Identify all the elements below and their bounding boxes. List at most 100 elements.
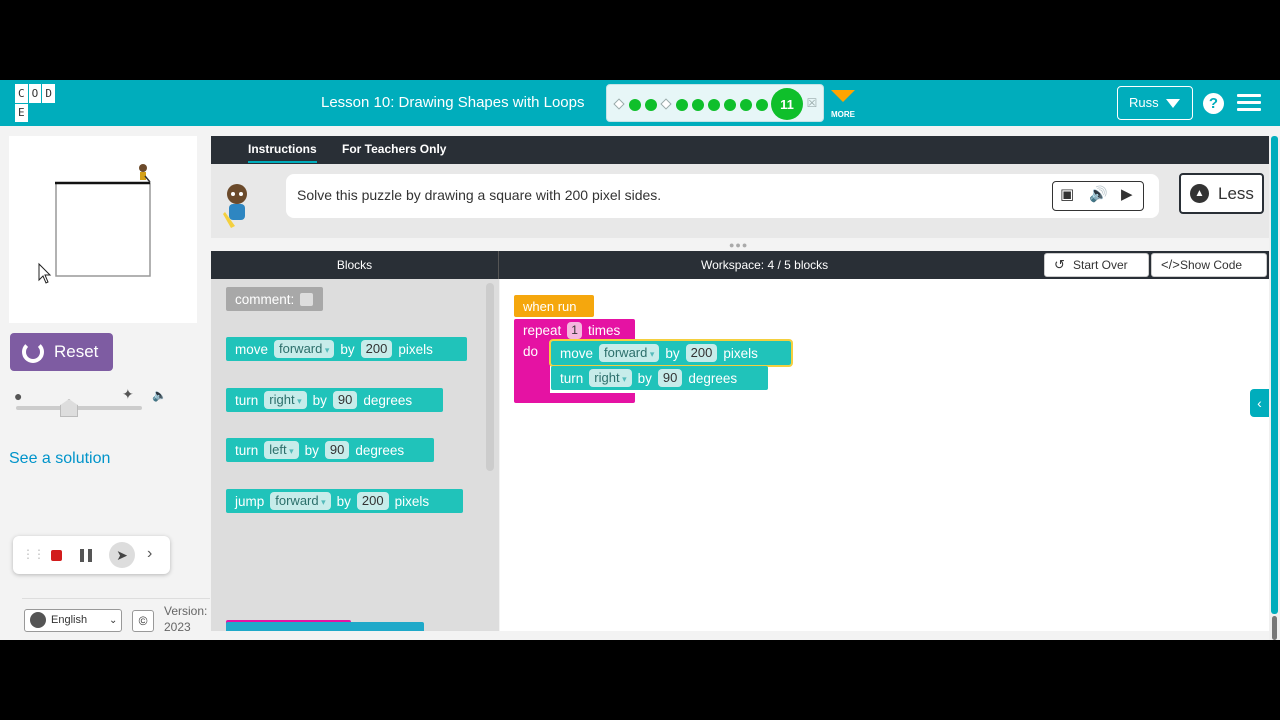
drag-handle-icon[interactable]: ⋮⋮	[22, 547, 45, 561]
block-label: degrees	[355, 442, 405, 458]
distance-field[interactable]: 200	[360, 340, 393, 358]
text-to-speech-controls: ▣ 🔊 ▶	[1052, 181, 1144, 211]
pause-icon[interactable]	[80, 549, 92, 562]
workspace-title: Workspace: 4 / 5 blocks	[701, 258, 829, 272]
unplugged-icon[interactable]: ☒	[805, 96, 819, 110]
instructor-avatar-icon	[223, 184, 247, 228]
level-dot[interactable]	[629, 99, 641, 111]
dictionary-icon[interactable]: ▣	[1060, 185, 1074, 203]
chevron-up-icon: ▲	[1190, 184, 1209, 203]
less-label: Less	[1218, 184, 1254, 203]
page-scrollbar[interactable]	[1269, 136, 1280, 640]
block-label: pixels	[398, 341, 433, 357]
distance-field[interactable]: 200	[685, 344, 718, 362]
slider-knob[interactable]	[60, 399, 78, 417]
version-label: Version:	[164, 604, 208, 618]
speaker-icon[interactable]: 🔊	[1089, 185, 1108, 203]
scrollbar-thumb[interactable]	[1271, 136, 1278, 614]
direction-dropdown[interactable]: forward	[274, 340, 335, 358]
partially-visible-block[interactable]	[226, 622, 424, 631]
collapse-instructions-button[interactable]: ▲ Less	[1179, 173, 1264, 214]
blocks-toolbox: comment: move forward by 200 pixels turn…	[211, 279, 499, 631]
move-forward-block[interactable]: move forward by 200 pixels	[226, 337, 467, 361]
block-workspace[interactable]: when run repeat 1 times do move forward …	[500, 279, 1269, 631]
level-diamond[interactable]	[613, 98, 625, 110]
caret-down-icon	[1166, 99, 1180, 108]
comment-field[interactable]	[300, 292, 314, 306]
comment-block[interactable]: comment:	[226, 287, 323, 311]
start-over-button[interactable]: ↺ Start Over	[1044, 253, 1149, 277]
level-dot[interactable]	[676, 99, 688, 111]
logo-letter: E	[15, 103, 28, 122]
program-turn-right-block[interactable]: turn right by 90 degrees	[551, 366, 768, 390]
mouse-cursor-icon	[38, 262, 52, 284]
resize-handle-icon[interactable]: ●●●	[729, 240, 748, 250]
pointer-tool-icon[interactable]: ➤	[109, 542, 135, 568]
logo-letter: D	[42, 84, 55, 103]
direction-dropdown[interactable]: forward	[270, 492, 331, 510]
scrollbar-thumb-secondary[interactable]	[1272, 616, 1277, 640]
user-name: Russ	[1129, 95, 1159, 110]
drawn-square-outline	[55, 182, 151, 277]
speed-slider[interactable]: ● ✦ 🔈	[14, 384, 169, 417]
language-select[interactable]: English ⌄	[24, 609, 122, 632]
hamburger-menu-icon[interactable]	[1237, 94, 1261, 112]
sound-muted-icon[interactable]: 🔈	[152, 388, 167, 402]
current-level-bubble[interactable]: 11	[771, 88, 803, 120]
artist-canvas[interactable]	[9, 136, 197, 323]
tab-instructions[interactable]: Instructions	[248, 142, 317, 163]
show-code-button[interactable]: </> Show Code	[1151, 253, 1267, 277]
block-label: turn	[235, 442, 259, 458]
play-icon[interactable]: ▶	[1121, 185, 1133, 203]
lesson-title[interactable]: Lesson 10: Drawing Shapes with Loops	[321, 94, 585, 111]
level-dot[interactable]	[740, 99, 752, 111]
instructions-panel: Solve this puzzle by drawing a square wi…	[211, 164, 1269, 238]
tab-for-teachers[interactable]: For Teachers Only	[342, 142, 446, 156]
level-dot[interactable]	[756, 99, 768, 111]
more-levels-toggle[interactable]: MORE	[830, 90, 856, 119]
direction-dropdown[interactable]: forward	[599, 344, 660, 362]
see-solution-link[interactable]: See a solution	[9, 450, 110, 468]
copyright-button[interactable]: ©	[132, 610, 154, 632]
stop-record-icon[interactable]	[51, 550, 62, 561]
chevron-right-icon[interactable]: ›	[147, 545, 152, 563]
angle-field[interactable]: 90	[657, 369, 683, 387]
direction-dropdown[interactable]: left	[264, 441, 299, 459]
angle-field[interactable]: 90	[332, 391, 358, 409]
screen-recorder-toolbar: ⋮⋮ ➤ ›	[13, 536, 170, 574]
turn-left-block[interactable]: turn left by 90 degrees	[226, 438, 434, 462]
globe-icon	[30, 612, 46, 628]
footer-divider	[22, 598, 210, 599]
chevron-left-icon[interactable]: ‹	[1250, 389, 1269, 417]
help-icon[interactable]: ?	[1203, 93, 1224, 114]
level-dot[interactable]	[645, 99, 657, 111]
block-label: by	[304, 442, 319, 458]
angle-field[interactable]: 90	[324, 441, 350, 459]
code-logo[interactable]: C O D E	[15, 84, 55, 122]
undo-icon: ↺	[1054, 257, 1065, 272]
block-label: by	[336, 493, 351, 509]
toolbox-scrollbar[interactable]	[486, 283, 494, 471]
reset-button[interactable]: Reset	[10, 333, 113, 371]
instruction-text: Solve this puzzle by drawing a square wi…	[297, 187, 662, 203]
slider-track[interactable]	[16, 406, 142, 410]
start-over-label: Start Over	[1073, 258, 1128, 272]
program-move-forward-block[interactable]: move forward by 200 pixels	[549, 339, 793, 367]
level-dot[interactable]	[708, 99, 720, 111]
turn-right-block[interactable]: turn right by 90 degrees	[226, 388, 443, 412]
chevron-down-icon	[831, 90, 855, 102]
user-menu-button[interactable]: Russ	[1117, 86, 1193, 120]
block-label: turn	[235, 392, 259, 408]
level-diamond[interactable]	[660, 98, 672, 110]
level-dot[interactable]	[724, 99, 736, 111]
direction-dropdown[interactable]: right	[589, 369, 632, 387]
level-dot[interactable]	[692, 99, 704, 111]
show-code-label: Show Code	[1180, 258, 1243, 272]
block-label: by	[665, 345, 680, 361]
distance-field[interactable]: 200	[356, 492, 389, 510]
when-run-block[interactable]: when run	[514, 295, 594, 317]
repeat-count-field[interactable]: 1	[567, 321, 582, 339]
jump-forward-block[interactable]: jump forward by 200 pixels	[226, 489, 463, 513]
direction-dropdown[interactable]: right	[264, 391, 307, 409]
block-label: turn	[560, 370, 584, 386]
